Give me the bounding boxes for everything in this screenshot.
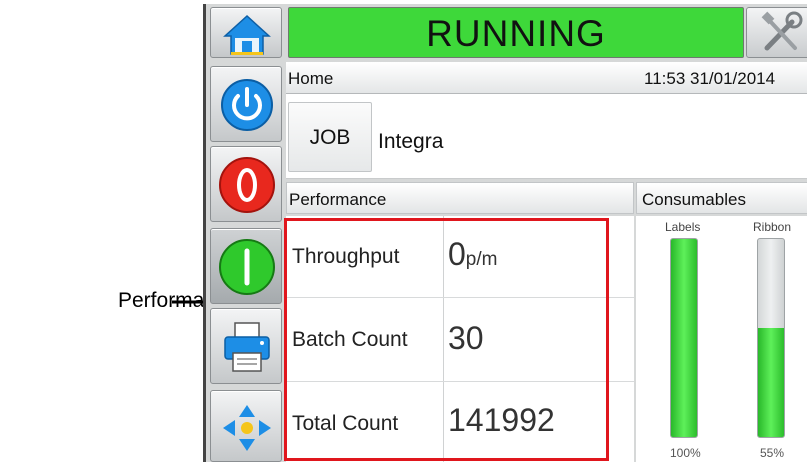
ribbon-gauge-fill	[758, 328, 784, 437]
stop-button[interactable]	[210, 146, 282, 222]
printer-icon	[224, 322, 270, 372]
start-icon	[219, 239, 275, 295]
job-name: Integra	[378, 130, 444, 153]
ribbon-gauge-percent: 55%	[760, 446, 785, 460]
home-icon	[223, 14, 271, 55]
power-icon	[221, 79, 273, 131]
labels-gauge	[670, 238, 698, 438]
job-row: JOB Integra	[286, 94, 807, 179]
batch-count-label: Batch Count	[292, 328, 408, 351]
navigate-button[interactable]	[210, 390, 282, 462]
consumables-panel[interactable]: Consumables Labels 100% Ribbon 55%	[636, 182, 807, 462]
ribbon-gauge-label: Ribbon	[753, 220, 792, 234]
consumables-title: Consumables	[636, 182, 807, 214]
status-bar: RUNNING	[288, 7, 744, 58]
ribbon-gauge	[757, 238, 785, 438]
manual-figure: Performance	[0, 0, 807, 462]
stop-icon	[219, 157, 275, 213]
batch-count-value: 30	[448, 320, 484, 356]
throughput-label: Throughput	[292, 245, 400, 268]
header-strip: Home 11:53 31/01/2014	[286, 62, 807, 94]
performance-panel[interactable]: Throughput 0p/m Batch Count 30 Total Cou…	[286, 216, 634, 462]
throughput-value-group: 0p/m	[448, 236, 497, 273]
performance-title: Performance	[286, 182, 634, 214]
home-button[interactable]	[210, 7, 282, 58]
total-count-label: Total Count	[292, 412, 399, 435]
tools-button[interactable]	[746, 7, 807, 58]
labels-gauge-fill	[671, 239, 697, 437]
throughput-value: 0	[448, 236, 466, 272]
tools-icon	[761, 11, 803, 51]
batch-count-row: Batch Count 30	[286, 298, 634, 382]
printer-touchscreen: RUNNING Home 11:53 31/01/2014 JOB Integr…	[203, 4, 807, 462]
total-count-value: 141992	[448, 402, 555, 438]
total-count-row: Total Count 141992	[286, 382, 634, 462]
throughput-unit: p/m	[465, 249, 498, 270]
breadcrumb: Home	[288, 69, 334, 88]
power-button[interactable]	[210, 66, 282, 142]
throughput-row: Throughput 0p/m	[286, 216, 634, 298]
date-time: 11:53 31/01/2014	[644, 69, 776, 88]
labels-gauge-percent: 100%	[670, 446, 701, 460]
move-arrows-icon	[223, 405, 271, 451]
print-button[interactable]	[210, 308, 282, 384]
labels-gauge-label: Labels	[665, 220, 701, 234]
consumables-body: Labels 100% Ribbon 55%	[636, 216, 807, 462]
start-button[interactable]	[210, 228, 282, 304]
job-button[interactable]: JOB	[288, 102, 372, 172]
